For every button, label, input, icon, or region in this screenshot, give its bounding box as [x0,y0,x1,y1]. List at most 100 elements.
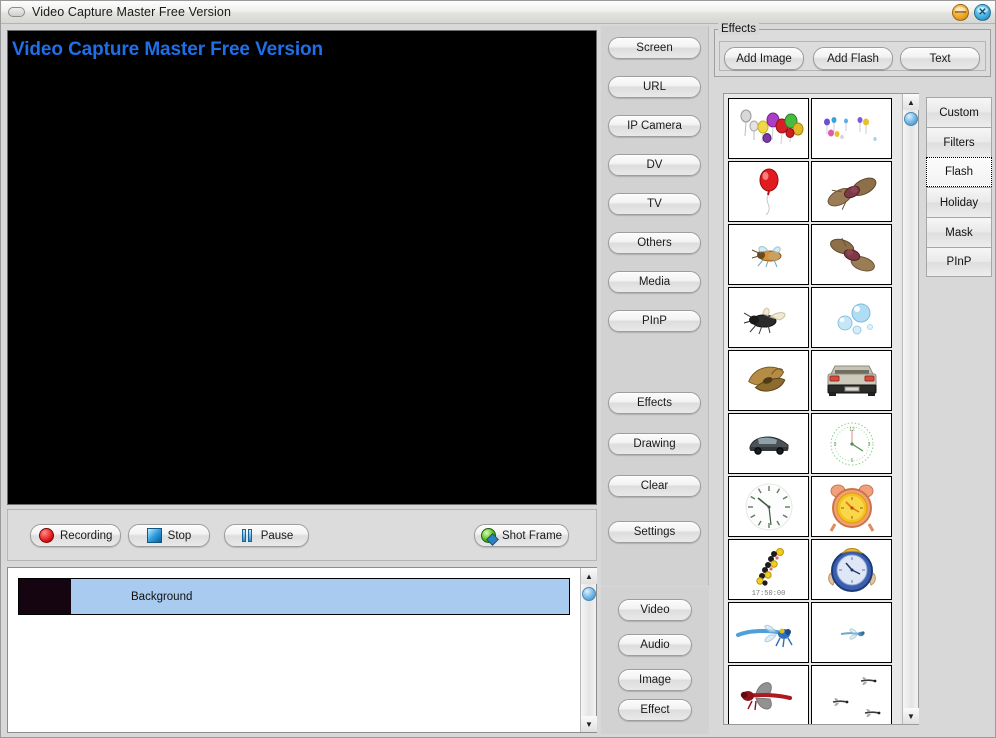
timeline-row-background[interactable]: Background [18,578,570,615]
track-button-video[interactable]: Video [618,599,692,621]
track-button-audio[interactable]: Audio [618,634,692,656]
label: Custom [939,106,979,119]
thumbnail-bee-flying[interactable] [728,224,809,285]
source-button-media[interactable]: Media [608,271,701,293]
category-button-flash[interactable]: Flash [926,157,992,187]
thumbnail-digital-time-beads[interactable]: 17:50:00 [728,539,809,600]
svg-text:9: 9 [833,442,836,448]
category-button-holiday[interactable]: Holiday [926,187,992,217]
minimize-button[interactable]: — [952,4,969,21]
preview-watermark: Video Capture Master Free Version [12,39,324,60]
stop-button[interactable]: Stop [128,524,210,547]
track-button-image[interactable]: Image [618,669,692,691]
record-circle-icon [39,528,54,543]
recording-button[interactable]: Recording [30,524,122,547]
thumbnail-red-balloon[interactable] [728,161,809,222]
label: Effects [637,397,672,409]
tool-button-clear[interactable]: Clear [608,475,701,497]
pause-bars-icon [240,528,255,543]
thumbnail-car-side-dark[interactable] [728,413,809,474]
thumbnail-alarm-clock-orange[interactable] [811,476,892,537]
label: TV [647,198,662,210]
thumbnail-grid: 12 3 6 9 [728,98,900,724]
video-preview[interactable]: Video Capture Master Free Version [7,30,597,505]
label: Audio [640,639,670,651]
window-controls: — ✕ [952,4,991,21]
thumbnail-balloons-small[interactable] [811,98,892,159]
source-button-dv[interactable]: DV [608,154,701,176]
label: PInP [642,315,667,327]
thumbnail-scrollport: 12 3 6 9 [724,94,900,724]
label: Screen [636,42,673,54]
window-title: Video Capture Master Free Version [32,5,232,19]
timeline-panel: Background ▲ ▼ [7,567,597,733]
thumbnail-clock-blue-hands[interactable] [811,539,892,600]
pause-button[interactable]: Pause [224,524,309,547]
thumbnail-car-rear-silver[interactable] [811,350,892,411]
thumbnail-compass-clock-green[interactable]: 12 3 6 9 [811,413,892,474]
application-window: Video Capture Master Free Version — ✕ Vi… [0,0,996,738]
thumbnail-scroll-down-icon[interactable]: ▼ [903,708,919,724]
label: Holiday [939,196,979,209]
source-button-pinp[interactable]: PInP [608,310,701,332]
thumbnail-dragonfly-blue[interactable] [728,602,809,663]
category-button-mask[interactable]: Mask [926,217,992,247]
source-button-tv[interactable]: TV [608,193,701,215]
effect-category-list: Custom Filters Flash Holiday Mask PInP [926,97,992,277]
track-button-effect[interactable]: Effect [618,699,692,721]
magnifier-icon [480,528,496,543]
tool-button-effects[interactable]: Effects [608,392,701,414]
category-button-custom[interactable]: Custom [926,97,992,127]
scroll-down-icon[interactable]: ▼ [581,716,597,732]
label: Media [638,276,671,288]
thumbnail-scroll-up-icon[interactable]: ▲ [903,94,919,110]
timeline-scroll-thumb[interactable] [582,587,596,601]
thumbnail-butterfly-wing[interactable] [728,350,809,411]
label: Others [637,237,672,249]
tool-button-drawing[interactable]: Drawing [608,433,701,455]
title-bar: Video Capture Master Free Version — ✕ [1,1,995,24]
minimize-icon: — [955,6,966,18]
label: Mask [945,226,973,239]
thumbnail-balloons-cluster[interactable] [728,98,809,159]
close-icon: ✕ [978,6,987,18]
thumbnail-dragonfly-red[interactable] [728,665,809,724]
thumbnail-wall-clock[interactable] [728,476,809,537]
shot-frame-button-label: Shot Frame [501,529,563,542]
close-button[interactable]: ✕ [974,4,991,21]
shot-frame-button[interactable]: Shot Frame [474,524,569,547]
scroll-up-icon[interactable]: ▲ [581,568,597,584]
thumbnail-scroll-thumb[interactable] [904,112,918,126]
source-button-ip-camera[interactable]: IP Camera [608,115,701,137]
category-button-filters[interactable]: Filters [926,127,992,157]
source-button-screen[interactable]: Screen [608,37,701,59]
source-button-column: Screen URL IP Camera DV TV Others Media … [601,26,709,586]
thumbnail-bee-dark[interactable] [728,287,809,348]
add-image-button[interactable]: Add Image [724,47,804,70]
thumbnail-scrollbar[interactable]: ▲ ▼ [902,94,919,724]
label: Text [929,52,951,65]
label: Add Image [736,52,792,65]
thumbnail-dragonfly-small[interactable] [811,602,892,663]
text-button[interactable]: Text [900,47,980,70]
label: Clear [640,480,669,492]
category-button-pinp[interactable]: PInP [926,247,992,277]
add-flash-button[interactable]: Add Flash [813,47,893,70]
window-pill-icon [8,7,25,17]
label: PInP [946,256,972,268]
thumbnail-moth-brown[interactable] [811,161,892,222]
effects-group-title: Effects [718,23,759,35]
label: Filters [943,136,975,149]
source-button-others[interactable]: Others [608,232,701,254]
track-label: Background [131,590,193,603]
recording-button-label: Recording [60,529,113,542]
timeline-scrollbar[interactable]: ▲ ▼ [580,568,597,732]
thumbnail-moth-brown-2[interactable] [811,224,892,285]
source-button-url[interactable]: URL [608,76,701,98]
tool-button-settings[interactable]: Settings [608,521,701,543]
thumbnail-bubbles-blue[interactable] [811,287,892,348]
label: Video [640,604,670,616]
stop-square-icon [146,528,162,543]
label: URL [642,81,666,93]
thumbnail-dragonflies-trio[interactable] [811,665,892,724]
